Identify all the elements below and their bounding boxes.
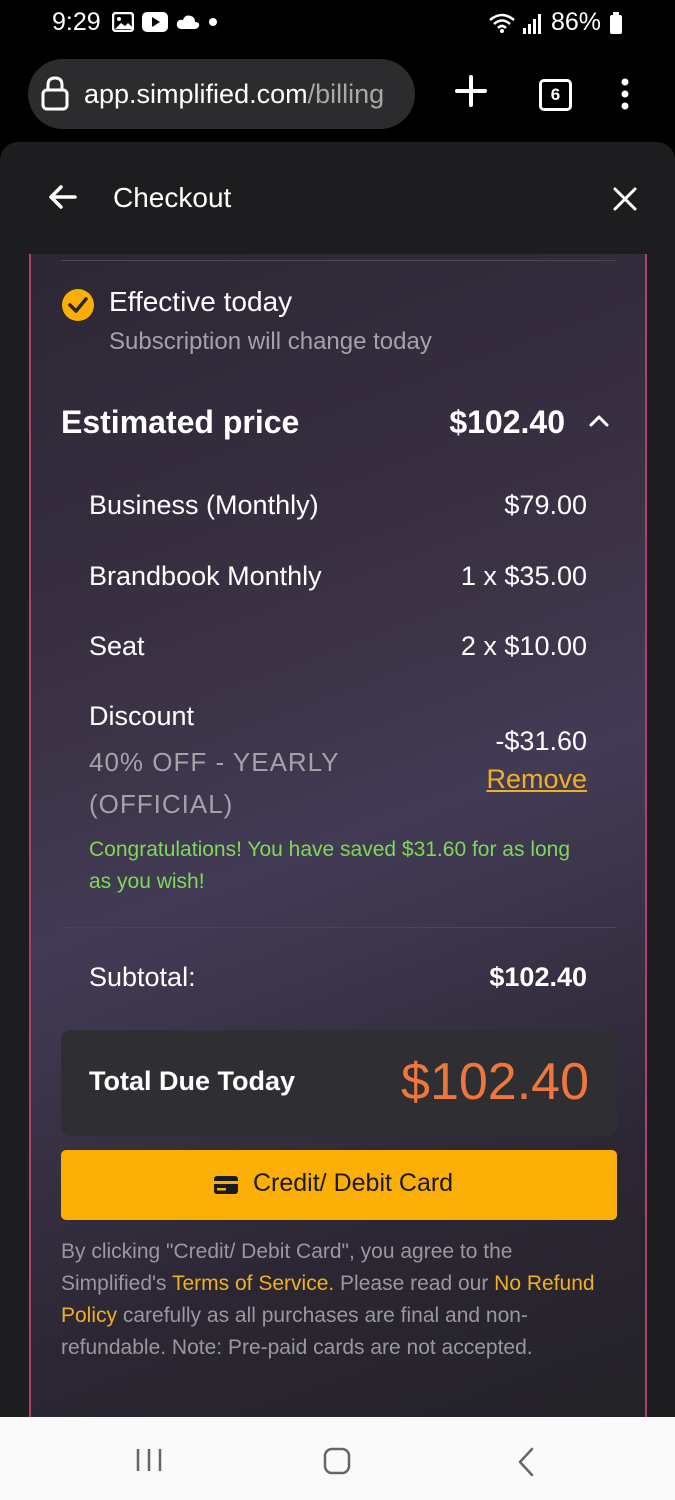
subtotal-label: Subtotal: [89, 962, 196, 992]
battery-percent: 86% [550, 8, 601, 36]
credit-debit-card-label: Credit/ Debit Card [253, 1169, 454, 1197]
lock-icon [41, 76, 69, 111]
nav-back-icon[interactable] [516, 1447, 536, 1477]
close-icon[interactable] [612, 186, 638, 212]
terms-notice: By clicking "Credit/ Debit Card", you ag… [61, 1236, 611, 1364]
line-item-value: $79.00 [504, 490, 587, 520]
home-icon[interactable] [323, 1447, 351, 1475]
status-time: 9:29 [52, 8, 101, 36]
recents-icon[interactable] [134, 1447, 164, 1473]
page-title: Checkout [113, 182, 232, 213]
chevron-up-icon[interactable] [588, 414, 610, 428]
terms-text: carefully as all purchases are final and… [61, 1304, 533, 1359]
back-arrow-icon[interactable] [48, 182, 78, 212]
line-item-value: 1 x $35.00 [460, 561, 587, 591]
remove-discount-link[interactable]: Remove [486, 764, 587, 795]
savings-message: Congratulations! You have saved $31.60 f… [89, 838, 571, 893]
subtotal-value: $102.40 [489, 962, 587, 992]
discount-description: 40% OFF - YEARLY (OFFICIAL) [89, 747, 340, 819]
status-notification-icons [112, 12, 218, 32]
signal-icon [522, 13, 541, 34]
credit-debit-card-button[interactable]: Credit/ Debit Card [61, 1150, 617, 1220]
url-host: app.simplified.com [84, 79, 308, 109]
estimated-price-value: $102.40 [449, 404, 565, 440]
check-circle-icon [62, 289, 94, 321]
status-bar: 9:29 86% [0, 0, 675, 50]
tab-switcher-button[interactable]: 6 [539, 79, 572, 111]
credit-card-icon [214, 1176, 238, 1194]
line-item-value: 2 x $10.00 [460, 631, 587, 661]
checkout-sheet: Checkout Effective today Subscription wi… [0, 142, 675, 1417]
checkout-header: Checkout [0, 142, 675, 254]
total-due-box: Total Due Today $102.40 [61, 1030, 617, 1136]
url-path: /billing [307, 79, 385, 109]
terms-text: Please read our [334, 1272, 495, 1295]
total-due-label: Total Due Today [89, 1066, 296, 1096]
more-menu-icon[interactable] [618, 78, 632, 110]
dot-icon [209, 18, 217, 26]
divider [61, 927, 616, 928]
line-item-label: Brandbook Monthly [89, 561, 322, 591]
youtube-icon [142, 12, 168, 32]
battery-icon [610, 11, 622, 34]
cloud-icon [176, 15, 200, 29]
effective-title: Effective today [109, 286, 293, 317]
effective-subtitle: Subscription will change today [109, 328, 432, 355]
line-item-label: Seat [89, 631, 145, 661]
new-tab-icon[interactable] [454, 74, 488, 108]
wifi-icon [489, 13, 515, 33]
total-due-value: $102.40 [401, 1053, 589, 1111]
divider [61, 260, 616, 261]
gallery-icon [112, 12, 134, 32]
discount-label: Discount [89, 701, 195, 731]
terms-of-service-link[interactable]: Terms of Service. [172, 1272, 334, 1295]
address-bar[interactable]: app.simplified.com/billing [28, 59, 415, 129]
status-system-icons: 86% [489, 8, 623, 37]
order-summary-card: Effective today Subscription will change… [29, 254, 647, 1417]
estimated-price-label: Estimated price [61, 404, 300, 440]
system-navigation-bar [0, 1417, 675, 1500]
url-text: app.simplified.com/billing [84, 79, 384, 110]
browser-toolbar: app.simplified.com/billing 6 [0, 50, 675, 142]
discount-value: -$31.60 [495, 726, 587, 756]
line-item-label: Business (Monthly) [89, 490, 319, 520]
